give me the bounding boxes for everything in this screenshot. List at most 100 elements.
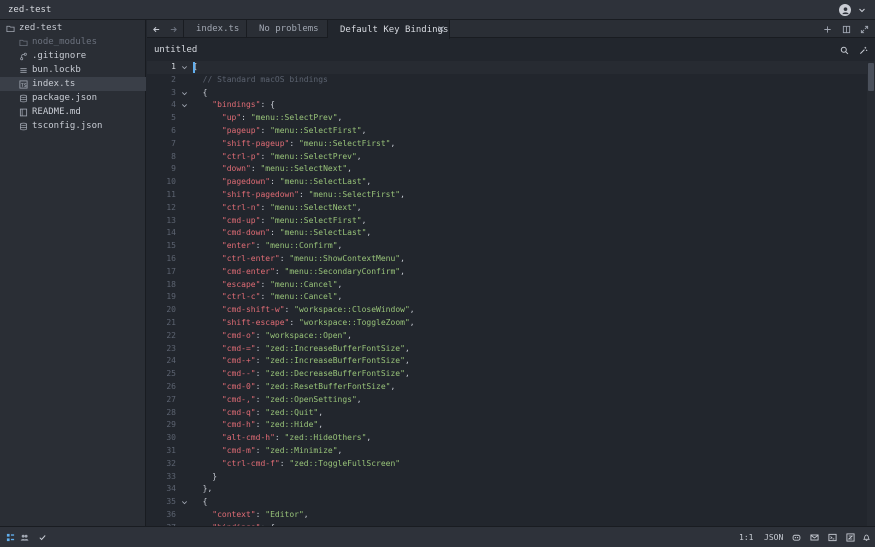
sidebar-item-gitignore[interactable]: .gitignore (0, 49, 146, 63)
cursor-position[interactable]: 1:1 (739, 533, 753, 542)
diagnostics-indicator[interactable] (37, 532, 47, 542)
line-number: 1 (171, 62, 176, 71)
language-selector[interactable]: JSON (764, 533, 783, 542)
close-icon[interactable] (437, 25, 445, 33)
sidebar-item-bun-lockb[interactable]: bun.lockb (0, 63, 146, 77)
scrollbar-thumb[interactable] (868, 63, 874, 91)
code-line[interactable]: 8 "ctrl-p": "menu::SelectPrev", (147, 151, 875, 164)
fold-chevron-icon[interactable] (181, 90, 188, 97)
code-line[interactable]: 34 }, (147, 483, 875, 496)
code-line[interactable]: 9 "down": "menu::SelectNext", (147, 163, 875, 176)
code-token-str: "menu::Cancel" (270, 292, 338, 302)
notifications-button[interactable] (861, 532, 871, 542)
code-line[interactable]: 35 { (147, 496, 875, 509)
code-token-punc: { (193, 497, 208, 507)
copilot-button[interactable] (791, 532, 801, 542)
code-line[interactable]: 7 "shift-pageup": "menu::SelectFirst", (147, 138, 875, 151)
code-editor[interactable]: 1[2 // Standard macOS bindings 3 {4 "bind… (147, 61, 875, 526)
code-line[interactable]: 23 "cmd-=": "zed::IncreaseBufferFontSize… (147, 343, 875, 356)
code-line[interactable]: 32 "ctrl-cmd-f": "zed::ToggleFullScreen" (147, 458, 875, 471)
inline-assist-button[interactable] (857, 44, 869, 56)
project-panel-toggle[interactable] (5, 532, 15, 542)
code-text: "cmd-up": "menu::SelectFirst", (193, 215, 367, 228)
code-line[interactable]: 10 "pagedown": "menu::SelectLast", (147, 176, 875, 189)
code-line[interactable]: 5 "up": "menu::SelectPrev", (147, 112, 875, 125)
sidebar-item-readme-md[interactable]: README.md (0, 105, 146, 119)
tab-no-problems[interactable]: No problems (247, 20, 328, 38)
tab-default-key-bindings[interactable]: Default Key Bindings (328, 20, 450, 39)
code-token-punc: : (270, 228, 280, 238)
code-line[interactable]: 11 "shift-pagedown": "menu::SelectFirst"… (147, 189, 875, 202)
editor-scrollbar[interactable] (867, 61, 875, 526)
code-line[interactable]: 26 "cmd-0": "zed::ResetBufferFontSize", (147, 381, 875, 394)
code-text: { (193, 496, 208, 509)
code-token-str: "menu::SelectLast" (279, 228, 367, 238)
code-line[interactable]: 1[ (147, 61, 875, 74)
new-tab-button[interactable] (821, 23, 833, 35)
split-pane-button[interactable] (840, 23, 852, 35)
code-token-str: "zed::Hide" (265, 420, 319, 430)
code-token-str: "zed::ToggleFullScreen" (289, 458, 401, 468)
project-name[interactable]: zed-test (8, 5, 51, 15)
chevron-down-icon[interactable] (857, 5, 867, 15)
fold-chevron-icon[interactable] (181, 499, 188, 506)
collab-panel-toggle[interactable] (19, 532, 29, 542)
code-line[interactable]: 3 { (147, 87, 875, 100)
code-text: "bindings": { (193, 99, 275, 112)
code-line[interactable]: 12 "ctrl-n": "menu::SelectNext", (147, 202, 875, 215)
code-token-key: "ctrl-c" (221, 292, 261, 302)
code-token-punc (193, 446, 222, 455)
code-line[interactable]: 6 "pageup": "menu::SelectFirst", (147, 125, 875, 138)
code-line[interactable]: 22 "cmd-o": "workspace::Open", (147, 330, 875, 343)
code-token-key: "cmd-down" (221, 228, 271, 238)
code-line[interactable]: 30 "alt-cmd-h": "zed::HideOthers", (147, 432, 875, 445)
code-token-key: "up" (221, 113, 242, 123)
code-line[interactable]: 18 "escape": "menu::Cancel", (147, 279, 875, 292)
sidebar-item-node-modules[interactable]: node_modules (0, 35, 146, 49)
code-token-punc (193, 254, 222, 263)
sidebar-item-tsconfig-json[interactable]: tsconfig.json (0, 119, 146, 133)
code-line[interactable]: 16 "ctrl-enter": "menu::ShowContextMenu"… (147, 253, 875, 266)
code-line[interactable]: 29 "cmd-h": "zed::Hide", (147, 419, 875, 432)
line-number: 15 (166, 241, 176, 251)
search-button[interactable] (838, 44, 850, 56)
forward-button[interactable] (167, 23, 179, 35)
sidebar-item-index-ts[interactable]: index.ts (0, 77, 146, 91)
code-token-str: "menu::SelectNext" (270, 202, 357, 212)
code-line[interactable]: 31 "cmd-m": "zed::Minimize", (147, 445, 875, 458)
code-line[interactable]: 2 // Standard macOS bindings (147, 74, 875, 87)
code-line[interactable]: 14 "cmd-down": "menu::SelectLast", (147, 227, 875, 240)
code-line[interactable]: 4 "bindings": { (147, 99, 875, 112)
line-number: 16 (166, 254, 176, 263)
code-line[interactable]: 36 "context": "Editor", (147, 509, 875, 522)
tab-index-ts[interactable]: index.ts (183, 20, 247, 38)
code-token-str: "zed::DecreaseBufferFontSize" (265, 369, 405, 379)
sidebar-item-zed-test[interactable]: zed-test (0, 21, 146, 35)
code-line[interactable]: 33 } (147, 471, 875, 484)
code-line[interactable]: 13 "cmd-up": "menu::SelectFirst", (147, 215, 875, 228)
maximize-button[interactable] (858, 23, 870, 35)
database-icon (18, 93, 28, 103)
assistant-panel-toggle[interactable] (845, 532, 855, 542)
code-line[interactable]: 21 "shift-escape": "workspace::ToggleZoo… (147, 317, 875, 330)
code-line[interactable]: 24 "cmd-+": "zed::IncreaseBufferFontSize… (147, 355, 875, 368)
tab-label: index.ts (196, 24, 240, 34)
code-line[interactable]: 27 "cmd-,": "zed::OpenSettings", (147, 394, 875, 407)
code-line[interactable]: 20 "cmd-shift-w": "workspace::CloseWindo… (147, 304, 875, 317)
code-token-key: "down" (221, 164, 251, 174)
code-token-key: "cmd-=" (221, 343, 256, 353)
sidebar-item-package-json[interactable]: package.json (0, 91, 146, 105)
code-line[interactable]: 15 "enter": "menu::Confirm", (147, 240, 875, 253)
code-line[interactable]: 28 "cmd-q": "zed::Quit", (147, 407, 875, 420)
code-line[interactable]: 25 "cmd--": "zed::DecreaseBufferFontSize… (147, 368, 875, 381)
fold-chevron-icon[interactable] (181, 102, 188, 109)
fold-chevron-icon[interactable] (181, 64, 188, 71)
back-button[interactable] (150, 23, 162, 35)
feedback-button[interactable] (809, 532, 819, 542)
code-token-punc: : (255, 343, 266, 353)
user-avatar[interactable] (839, 4, 851, 16)
code-line[interactable]: 17 "cmd-enter": "menu::SecondaryConfirm"… (147, 266, 875, 279)
terminal-panel-toggle[interactable] (827, 532, 837, 542)
sidebar-item-label: zed-test (19, 23, 63, 33)
code-line[interactable]: 19 "ctrl-c": "menu::Cancel", (147, 291, 875, 304)
